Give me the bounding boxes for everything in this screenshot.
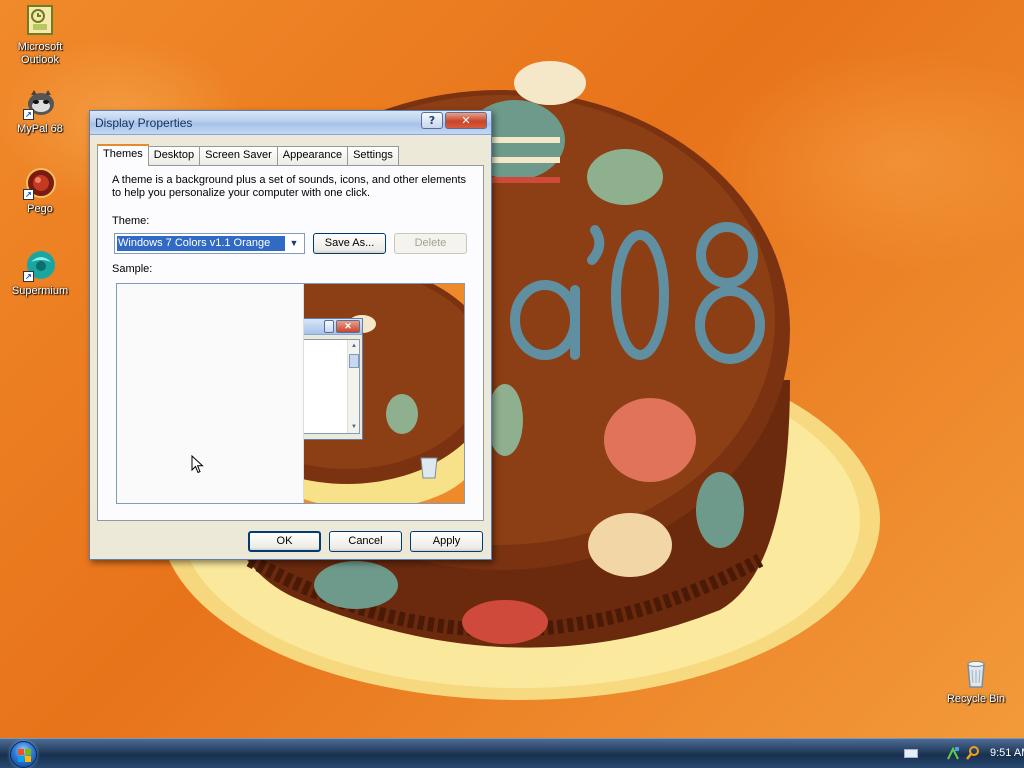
start-button[interactable] xyxy=(10,741,37,768)
help-icon: ? xyxy=(428,114,436,127)
tab-settings[interactable]: Settings xyxy=(347,146,399,165)
desktop-icon-label: Supermium xyxy=(11,285,69,297)
desktop-icon-label: Recycle Bin xyxy=(946,693,1006,705)
sample-window-titlebar: ✕ xyxy=(294,319,362,335)
desktop-icon-label: MyPal 68 xyxy=(17,123,63,135)
theme-label: Theme: xyxy=(112,215,150,227)
minimize-icon xyxy=(324,320,334,333)
close-icon: ✕ xyxy=(336,320,360,333)
delete-button[interactable]: Delete xyxy=(394,233,467,254)
desktop-icon-outlook[interactable]: Microsoft Outlook xyxy=(2,4,78,67)
desktop-icon-recycle-bin[interactable]: Recycle Bin xyxy=(938,656,1014,706)
scroll-thumb xyxy=(349,354,359,368)
sample-label: Sample: xyxy=(112,263,153,275)
shortcut-arrow-icon: ↗ xyxy=(23,109,34,120)
themes-panel: A theme is a background plus a set of so… xyxy=(97,165,484,521)
keyboard-icon[interactable] xyxy=(904,749,918,758)
ok-button[interactable]: OK xyxy=(248,531,321,552)
raccoon-icon: ↗ xyxy=(23,86,57,120)
supermium-icon: ↗ xyxy=(23,248,57,282)
cancel-button[interactable]: Cancel xyxy=(329,531,402,552)
display-properties-dialog: Display Properties ? ✕ Themes Desktop Sc… xyxy=(89,110,492,560)
save-as-button[interactable]: Save As... xyxy=(313,233,386,254)
dialog-titlebar[interactable]: Display Properties ? ✕ xyxy=(90,111,491,135)
theme-sample-preview: ✕ ▲ ▼ xyxy=(116,283,465,504)
help-button[interactable]: ? xyxy=(421,112,443,129)
mouse-cursor-icon xyxy=(191,455,204,474)
theme-description: A theme is a background plus a set of so… xyxy=(112,174,467,199)
shortcut-arrow-icon: ↗ xyxy=(23,271,34,282)
system-tray: 9:51 AM xyxy=(874,739,1024,768)
close-icon: ✕ xyxy=(461,114,471,127)
tab-themes[interactable]: Themes xyxy=(97,144,149,166)
desktop-icon-label: Microsoft Outlook xyxy=(17,41,63,66)
outlook-icon xyxy=(23,4,57,38)
desktop-icon-label: Pego xyxy=(27,203,53,215)
sample-scrollbar: ▲ ▼ xyxy=(347,340,359,433)
search-icon[interactable] xyxy=(966,745,980,761)
theme-select[interactable]: Windows 7 Colors v1.1 Orange ▼ xyxy=(114,233,305,254)
sample-blank-area xyxy=(117,284,304,503)
apply-button[interactable]: Apply xyxy=(410,531,483,552)
close-button[interactable]: ✕ xyxy=(445,112,487,129)
shortcut-arrow-icon: ↗ xyxy=(23,189,34,200)
taskbar: 9:51 AM xyxy=(0,738,1024,768)
desktop-icon-pego[interactable]: ↗ Pego xyxy=(2,166,78,216)
recycle-bin-icon xyxy=(959,656,993,690)
scroll-down-icon: ▼ xyxy=(351,424,357,430)
theme-select-value: Windows 7 Colors v1.1 Orange xyxy=(117,236,285,251)
scroll-up-icon: ▲ xyxy=(351,343,357,349)
desktop-icon-mypal[interactable]: ↗ MyPal 68 xyxy=(2,86,78,136)
sample-recycle-bin-icon xyxy=(420,457,438,479)
tab-appearance[interactable]: Appearance xyxy=(276,146,349,165)
taskbar-clock[interactable]: 9:51 AM xyxy=(990,747,1024,759)
sample-window-content: ▲ ▼ xyxy=(297,339,360,434)
windows-logo-icon xyxy=(18,749,31,762)
network-icon[interactable] xyxy=(946,745,960,761)
pego-icon: ↗ xyxy=(23,166,57,200)
dialog-title: Display Properties xyxy=(95,116,193,130)
tab-strip: Themes Desktop Screen Saver Appearance S… xyxy=(97,144,399,166)
tab-desktop[interactable]: Desktop xyxy=(147,146,201,165)
chevron-down-icon[interactable]: ▼ xyxy=(286,236,302,251)
dialog-body: Themes Desktop Screen Saver Appearance S… xyxy=(90,136,491,559)
tab-screen-saver[interactable]: Screen Saver xyxy=(199,146,278,165)
desktop-icon-supermium[interactable]: ↗ Supermium xyxy=(2,248,78,298)
